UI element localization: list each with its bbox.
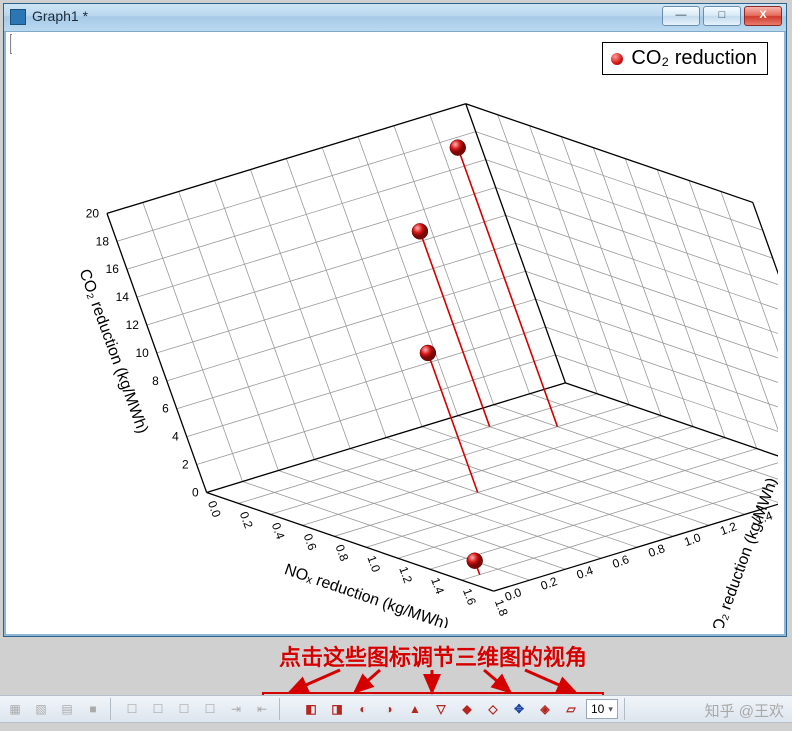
svg-text:1.2: 1.2 (396, 565, 415, 586)
svg-text:0.4: 0.4 (269, 521, 288, 542)
svg-text:10: 10 (136, 346, 150, 360)
tool-gray-5[interactable]: ☐ (121, 698, 143, 720)
legend-label: CO₂ reduction (631, 47, 757, 69)
close-button[interactable]: X (744, 6, 782, 26)
svg-text:8: 8 (152, 374, 159, 388)
rotate-right-icon[interactable]: ◨ (326, 698, 348, 720)
tool-gray-7[interactable]: ☐ (173, 698, 195, 720)
app-icon (10, 9, 26, 25)
svg-text:SO₂ reduction (kg/MWh): SO₂ reduction (kg/MWh) (706, 476, 778, 628)
legend-marker-icon (611, 53, 623, 65)
svg-text:0.8: 0.8 (333, 543, 352, 564)
maximize-button[interactable]: □ (703, 6, 741, 26)
rotate-cw-icon[interactable]: ◆ (456, 698, 478, 720)
tool-gray-9[interactable]: ⇥ (225, 698, 247, 720)
svg-text:14: 14 (116, 290, 130, 304)
rotate-ccw-icon[interactable]: ◇ (482, 698, 504, 720)
legend[interactable]: CO₂ reduction (602, 42, 768, 75)
svg-text:0.6: 0.6 (301, 532, 320, 553)
svg-text:2: 2 (182, 458, 189, 472)
rotation-step-value: 10 (591, 702, 604, 716)
annotation-text: 点击这些图标调节三维图的视角 (260, 640, 606, 672)
svg-text:NOₓ reduction (kg/MWh): NOₓ reduction (kg/MWh) (282, 561, 451, 628)
bottom-toolbar: ▦ ▧ ▤ ■ ☐ ☐ ☐ ☐ ⇥ ⇤ ◧ ◨ ◐ ◑ ▲ ▽ ◆ ◇ ✥ ◈ … (0, 695, 792, 723)
tilt-right-icon[interactable]: ◑ (378, 698, 400, 720)
svg-text:1.6: 1.6 (460, 587, 479, 608)
tool-gray-4[interactable]: ■ (82, 698, 104, 720)
svg-text:12: 12 (126, 318, 140, 332)
svg-text:18: 18 (96, 234, 110, 248)
window-title: Graph1 * (32, 8, 88, 24)
perspective-icon[interactable]: ▱ (560, 698, 582, 720)
tool-gray-8[interactable]: ☐ (199, 698, 221, 720)
pitch-up-icon[interactable]: ▲ (404, 698, 426, 720)
svg-text:16: 16 (106, 262, 120, 276)
pitch-down-icon[interactable]: ▽ (430, 698, 452, 720)
svg-text:1.4: 1.4 (428, 576, 447, 597)
svg-text:1.0: 1.0 (364, 554, 383, 575)
tool-gray-2[interactable]: ▧ (30, 698, 52, 720)
reset-view-icon[interactable]: ◈ (534, 698, 556, 720)
titlebar[interactable]: Graph1 * — □ X (4, 4, 786, 32)
tool-gray-6[interactable]: ☐ (147, 698, 169, 720)
fit-view-icon[interactable]: ✥ (508, 698, 530, 720)
chart-3d[interactable]: 0.00.20.40.60.81.01.21.41.61.80.00.20.40… (12, 34, 778, 628)
plot-area[interactable]: 0.00.20.40.60.81.01.21.41.61.80.00.20.40… (12, 34, 778, 628)
tool-gray-3[interactable]: ▤ (56, 698, 78, 720)
svg-text:6: 6 (162, 402, 169, 416)
svg-text:0.2: 0.2 (237, 510, 256, 531)
svg-text:4: 4 (172, 430, 179, 444)
tool-gray-1[interactable]: ▦ (4, 698, 26, 720)
graph-window: Graph1 * — □ X 1 0.00.20.40.60.81.01.21.… (3, 3, 787, 637)
svg-text:20: 20 (86, 206, 100, 220)
svg-text:0: 0 (192, 485, 199, 499)
minimize-button[interactable]: — (662, 6, 700, 26)
tilt-left-icon[interactable]: ◐ (352, 698, 374, 720)
rotate-left-icon[interactable]: ◧ (300, 698, 322, 720)
rotation-step-combo[interactable]: 10 (586, 699, 618, 719)
tool-gray-10[interactable]: ⇤ (251, 698, 273, 720)
svg-text:0.0: 0.0 (205, 499, 224, 520)
